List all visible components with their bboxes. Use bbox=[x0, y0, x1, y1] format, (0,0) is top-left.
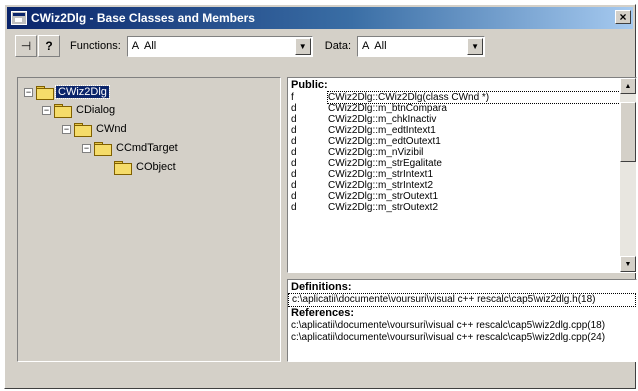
scroll-thumb[interactable] bbox=[620, 102, 636, 162]
data-filter-value: A All bbox=[362, 40, 387, 52]
member-name: CWiz2Dlg::CWiz2Dlg(class CWnd *) bbox=[327, 91, 636, 104]
pin-icon: ⊣ bbox=[20, 39, 32, 53]
member-row[interactable]: d CWiz2Dlg::m_strOutext2 bbox=[288, 202, 636, 213]
member-row[interactable]: d CWiz2Dlg::m_strIntext1 bbox=[288, 169, 636, 180]
member-kind: d bbox=[291, 103, 297, 114]
member-kind: d bbox=[291, 158, 297, 169]
member-name: CWiz2Dlg::m_nVizibil bbox=[328, 147, 424, 158]
functions-filter-value: A All bbox=[131, 40, 157, 52]
tree-node-cwnd[interactable]: − CWnd bbox=[62, 121, 129, 137]
help-button[interactable]: ? bbox=[38, 35, 60, 57]
data-filter-select[interactable]: A All ▼ bbox=[357, 35, 486, 57]
tree-node-label: CWiz2Dlg bbox=[55, 85, 110, 99]
member-name: CWiz2Dlg::m_edtIntext1 bbox=[328, 125, 436, 136]
member-name: CWiz2Dlg::m_edtOutext1 bbox=[328, 136, 441, 147]
member-kind: d bbox=[291, 180, 297, 191]
toolbar: ⊣ ? Functions: A All ▼ Data: A All ▼ bbox=[7, 31, 633, 61]
tree-node-label: CCmdTarget bbox=[116, 142, 178, 154]
tree-node-cdialog[interactable]: − CDialog bbox=[42, 102, 117, 118]
help-icon: ? bbox=[45, 39, 53, 53]
reference-path[interactable]: c:\aplicatii\documente\voursuri\visual c… bbox=[288, 332, 636, 344]
member-row[interactable]: d CWiz2Dlg::m_edtOutext1 bbox=[288, 136, 636, 147]
member-row[interactable]: d CWiz2Dlg::m_strEgalitate bbox=[288, 158, 636, 169]
definition-path[interactable]: c:\aplicatii\documente\voursuri\visual c… bbox=[288, 293, 636, 307]
scroll-down-icon[interactable]: ▼ bbox=[620, 256, 636, 272]
member-kind: d bbox=[291, 114, 297, 125]
reference-path[interactable]: c:\aplicatii\documente\voursuri\visual c… bbox=[288, 320, 636, 332]
member-name: CWiz2Dlg::m_btnCompara bbox=[328, 103, 447, 114]
member-name: CWiz2Dlg::m_chkInactiv bbox=[328, 114, 437, 125]
members-list[interactable]: Public: f CWiz2Dlg::CWiz2Dlg(class CWnd … bbox=[287, 77, 637, 273]
chevron-down-icon[interactable]: ▼ bbox=[294, 37, 311, 55]
tree-node-label: CObject bbox=[136, 161, 176, 173]
member-row[interactable]: d CWiz2Dlg::m_btnCompara bbox=[288, 103, 636, 114]
window-title: CWiz2Dlg - Base Classes and Members bbox=[31, 11, 255, 25]
member-kind: d bbox=[291, 169, 297, 180]
member-kind: d bbox=[291, 191, 297, 202]
tree-node-label: CWnd bbox=[96, 123, 127, 135]
public-heading: Public: bbox=[291, 79, 328, 91]
references-heading: References: bbox=[291, 307, 354, 319]
member-row[interactable]: d CWiz2Dlg::m_nVizibil bbox=[288, 147, 636, 158]
member-kind: f bbox=[291, 92, 294, 103]
close-button[interactable]: × bbox=[615, 10, 631, 24]
definitions-heading: Definitions: bbox=[291, 281, 352, 293]
tree-node-label: CDialog bbox=[76, 104, 116, 116]
folder-icon bbox=[114, 161, 132, 175]
title-bar[interactable]: CWiz2Dlg - Base Classes and Members × bbox=[7, 7, 633, 29]
collapse-icon[interactable]: − bbox=[42, 105, 51, 115]
tree-node-cwiz2dlg[interactable]: − CWiz2Dlg bbox=[24, 84, 110, 100]
member-name: CWiz2Dlg::m_strIntext1 bbox=[328, 169, 434, 180]
member-name: CWiz2Dlg::m_strEgalitate bbox=[328, 158, 442, 169]
member-name: CWiz2Dlg::m_strOutext2 bbox=[328, 202, 439, 213]
collapse-icon[interactable]: − bbox=[82, 143, 91, 153]
member-kind: d bbox=[291, 202, 297, 213]
member-kind: d bbox=[291, 147, 297, 158]
class-tree[interactable]: − CWiz2Dlg − CDialog − CWnd − CCmdTarget… bbox=[17, 77, 281, 362]
tree-node-ccmdtarget[interactable]: − CCmdTarget bbox=[82, 140, 180, 156]
definitions-references-box[interactable]: Definitions: c:\aplicatii\documente\vour… bbox=[287, 279, 637, 362]
member-row[interactable]: f CWiz2Dlg::CWiz2Dlg(class CWnd *) bbox=[288, 91, 636, 104]
browse-window: CWiz2Dlg - Base Classes and Members × ⊣ … bbox=[4, 4, 637, 389]
member-row[interactable]: d CWiz2Dlg::m_strOutext1 bbox=[288, 191, 636, 202]
collapse-icon[interactable]: − bbox=[24, 87, 33, 97]
members-scrollbar[interactable]: ▲ ▼ bbox=[620, 78, 636, 272]
member-name: CWiz2Dlg::m_strIntext2 bbox=[328, 180, 434, 191]
member-row[interactable]: d CWiz2Dlg::m_chkInactiv bbox=[288, 114, 636, 125]
folder-icon bbox=[36, 86, 54, 100]
member-kind: d bbox=[291, 125, 297, 136]
member-row[interactable]: d CWiz2Dlg::m_edtIntext1 bbox=[288, 125, 636, 136]
chevron-down-icon[interactable]: ▼ bbox=[467, 37, 484, 55]
data-label: Data: bbox=[324, 40, 352, 52]
tree-node-cobject[interactable]: CObject bbox=[114, 159, 178, 175]
member-name: CWiz2Dlg::m_strOutext1 bbox=[328, 191, 439, 202]
folder-icon bbox=[54, 104, 72, 118]
collapse-icon[interactable]: − bbox=[62, 124, 71, 134]
functions-filter-select[interactable]: A All ▼ bbox=[126, 35, 313, 57]
functions-label: Functions: bbox=[70, 40, 121, 52]
folder-icon bbox=[94, 142, 112, 156]
member-kind: d bbox=[291, 136, 297, 147]
folder-icon bbox=[74, 123, 92, 137]
pin-button[interactable]: ⊣ bbox=[15, 35, 37, 57]
app-icon bbox=[11, 11, 27, 25]
scroll-up-icon[interactable]: ▲ bbox=[620, 78, 636, 94]
member-row[interactable]: d CWiz2Dlg::m_strIntext2 bbox=[288, 180, 636, 191]
